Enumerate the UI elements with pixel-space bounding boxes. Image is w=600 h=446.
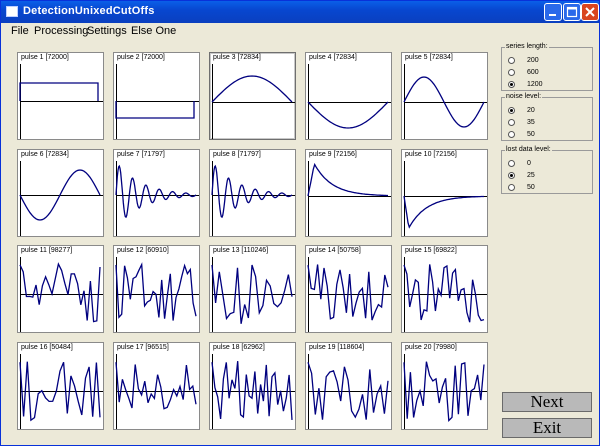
pulse-waveform xyxy=(307,257,391,332)
pulse-waveform xyxy=(19,64,103,139)
minimize-icon xyxy=(549,14,556,16)
pulse-waveform xyxy=(211,161,295,236)
next-button[interactable]: Next xyxy=(502,392,592,412)
pulse-waveform xyxy=(19,354,103,429)
menu-bar: File Processing Settings Else One xyxy=(1,23,599,40)
radio-selected-icon xyxy=(508,81,515,88)
radio-icon xyxy=(508,57,515,64)
pulse-plot[interactable]: pulse 6 [72834] xyxy=(17,149,104,237)
waveform-line xyxy=(211,75,293,103)
pulse-waveform xyxy=(307,64,391,139)
radio-selected-icon xyxy=(508,172,515,179)
pulse-plot[interactable]: pulse 12 [60910] xyxy=(113,245,200,333)
waveform-line xyxy=(403,264,485,323)
lost-data-level-group: lost data level: 0 25 50 xyxy=(501,146,593,194)
pulse-waveform xyxy=(115,354,199,429)
radio-selected-icon xyxy=(508,107,515,114)
pulse-waveform xyxy=(211,64,295,139)
radio-icon xyxy=(508,119,515,126)
exit-button[interactable]: Exit xyxy=(502,418,592,438)
title-bar[interactable]: DetectionUnixedCutOffs xyxy=(1,1,599,23)
pulse-waveform xyxy=(19,161,103,236)
pulse-waveform xyxy=(403,257,487,332)
waveform-line xyxy=(307,264,389,321)
waveform-line xyxy=(307,101,389,129)
noise-level-title: noise level: xyxy=(505,93,543,100)
window-title: DetectionUnixedCutOffs xyxy=(23,5,155,17)
pulse-plot[interactable]: pulse 1 [72000] xyxy=(17,52,104,140)
minimize-button[interactable] xyxy=(544,3,562,21)
pulse-plot[interactable]: pulse 7 [71797] xyxy=(113,149,200,237)
waveform-line xyxy=(19,82,99,101)
pulse-plot[interactable]: pulse 11 [98277] xyxy=(17,245,104,333)
pulse-waveform xyxy=(211,354,295,429)
pulse-plot[interactable]: pulse 3 [72834] xyxy=(209,52,296,140)
close-button[interactable] xyxy=(581,3,599,21)
waveform-line xyxy=(115,362,197,410)
radio-icon xyxy=(508,69,515,76)
pulse-waveform xyxy=(19,257,103,332)
waveform-line xyxy=(115,164,197,219)
waveform-line xyxy=(115,101,195,119)
pulse-plot[interactable]: pulse 10 [72156] xyxy=(401,149,488,237)
pulse-plot[interactable]: pulse 15 [69822] xyxy=(401,245,488,333)
pulse-plot[interactable]: pulse 13 [110246] xyxy=(209,245,296,333)
close-icon xyxy=(585,7,595,17)
pulse-waveform xyxy=(403,161,487,236)
pulse-plot[interactable]: pulse 17 [96515] xyxy=(113,342,200,430)
waveform-line xyxy=(19,262,101,323)
menu-else-one[interactable]: Else One xyxy=(131,25,176,37)
waveform-line xyxy=(307,162,388,197)
pulse-plot[interactable]: pulse 20 [79980] xyxy=(401,342,488,430)
pulse-plot[interactable]: pulse 19 [118604] xyxy=(305,342,392,430)
pulse-plot[interactable]: pulse 5 [72834] xyxy=(401,52,488,140)
pulse-waveform xyxy=(115,257,199,332)
pulse-waveform xyxy=(115,64,199,139)
pulse-waveform xyxy=(403,354,487,429)
radio-icon xyxy=(508,131,515,138)
radio-icon xyxy=(508,184,515,191)
noise-level-group: noise level: 20 35 50 xyxy=(501,93,593,141)
waveform-line xyxy=(211,361,293,420)
pulse-waveform xyxy=(211,257,295,332)
menu-settings[interactable]: Settings xyxy=(87,25,127,37)
app-window: DetectionUnixedCutOffs File Processing S… xyxy=(0,0,600,446)
pulse-waveform xyxy=(307,354,391,429)
radio-icon xyxy=(508,160,515,167)
pulse-plot[interactable]: pulse 18 [62962] xyxy=(209,342,296,430)
pulse-plot[interactable]: pulse 2 [72000] xyxy=(113,52,200,140)
pulse-plot[interactable]: pulse 8 [71797] xyxy=(209,149,296,237)
maximize-button[interactable] xyxy=(563,3,581,21)
waveform-line xyxy=(211,164,293,219)
maximize-icon xyxy=(566,6,578,18)
waveform-line xyxy=(403,195,484,229)
app-icon xyxy=(6,6,18,17)
series-length-title: series length: xyxy=(505,43,549,50)
pulse-waveform xyxy=(403,64,487,139)
pulse-plot[interactable]: pulse 9 [72156] xyxy=(305,149,392,237)
waveform-line xyxy=(115,262,197,321)
pulse-plot[interactable]: pulse 14 [50758] xyxy=(305,245,392,333)
menu-processing[interactable]: Processing xyxy=(34,25,88,37)
pulse-waveform xyxy=(307,161,391,236)
lost-data-level-title: lost data level: xyxy=(505,146,552,153)
waveform-line xyxy=(19,361,101,422)
pulse-waveform xyxy=(115,161,199,236)
pulse-plot[interactable]: pulse 16 [50484] xyxy=(17,342,104,430)
pulse-plot[interactable]: pulse 4 [72834] xyxy=(305,52,392,140)
menu-file[interactable]: File xyxy=(11,25,29,37)
series-length-group: series length: 200 600 1200 xyxy=(501,43,593,91)
